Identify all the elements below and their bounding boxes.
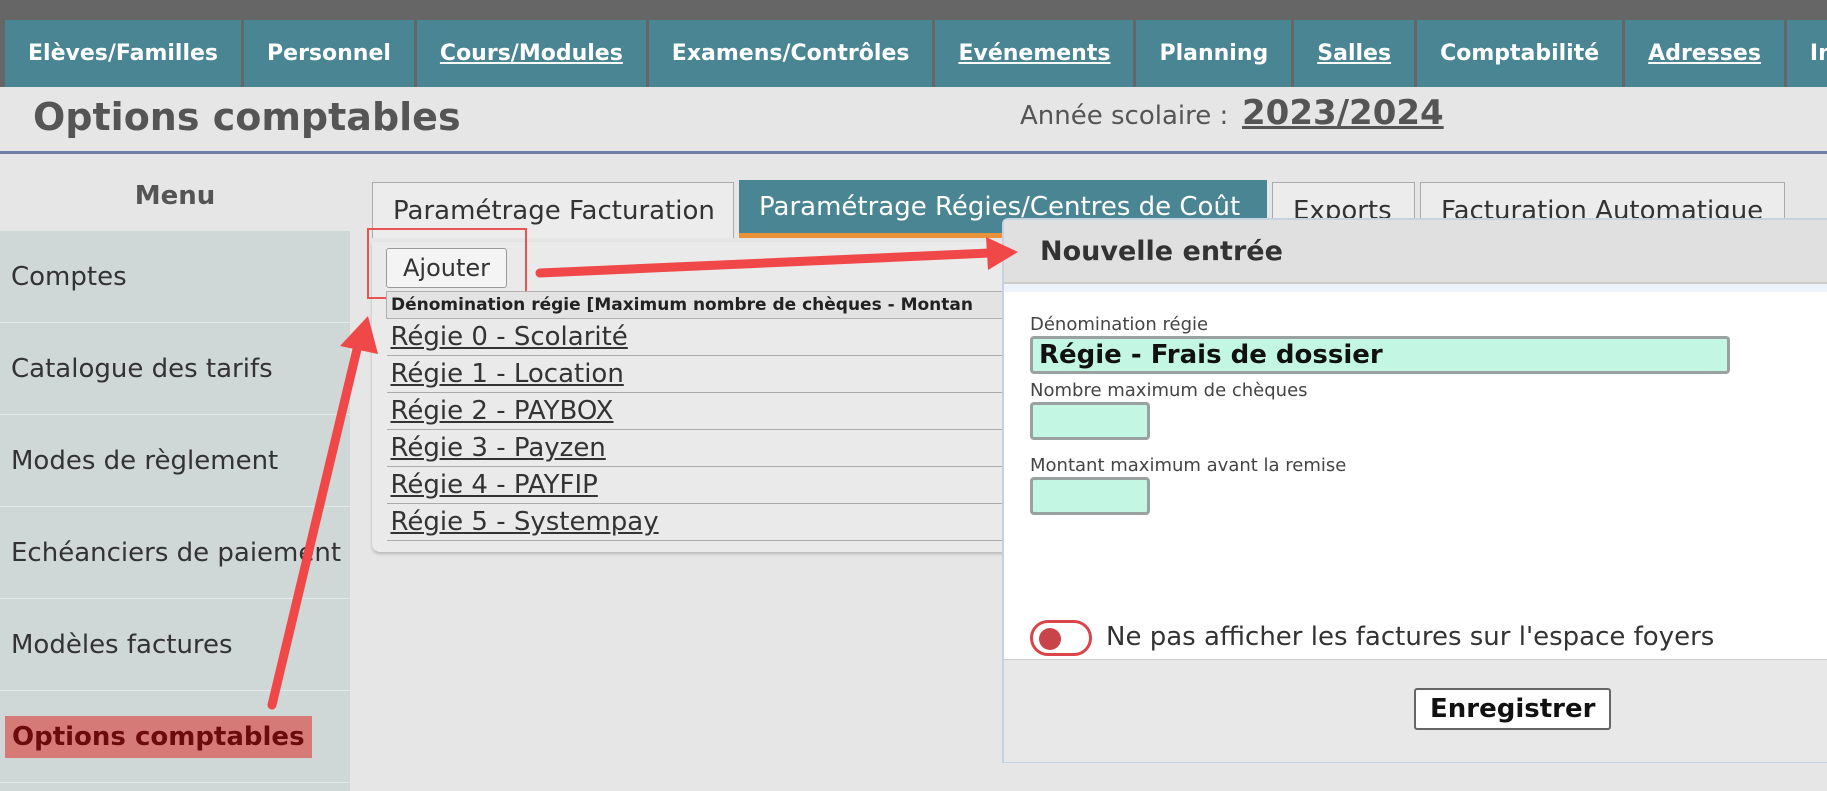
sidebar-item-catalogue-tarifs[interactable]: Catalogue des tarifs: [0, 323, 350, 415]
regie-link[interactable]: Régie 3 - Payzen: [391, 433, 606, 463]
nav-item-evenements[interactable]: Evénements: [935, 20, 1134, 87]
table-header-denomination: Dénomination régie [Maximum nombre de ch…: [386, 291, 1012, 319]
hide-invoices-toggle[interactable]: [1030, 620, 1092, 656]
table-cell: Régie 1 - Location: [386, 355, 1012, 393]
add-button[interactable]: Ajouter: [386, 248, 508, 288]
sidebar: Menu Comptes Catalogue des tarifs Modes …: [0, 160, 350, 791]
nav-item-personnel[interactable]: Personnel: [244, 20, 414, 87]
tab-parametrage-facturation[interactable]: Paramétrage Facturation: [372, 182, 734, 238]
window-top-strip: [0, 0, 1827, 20]
new-entry-dialog: Nouvelle entrée Dénomination régie Nombr…: [1002, 218, 1827, 763]
page-header: Options comptables Année scolaire : 2023…: [0, 87, 1827, 154]
nav-item-adresses[interactable]: Adresses: [1625, 20, 1784, 87]
sidebar-item-label: Comptes: [11, 261, 127, 292]
regies-table: Dénomination régie [Maximum nombre de ch…: [386, 291, 1012, 541]
table-row: Régie 5 - Systempay: [386, 503, 1012, 541]
main-nav: Elèves/Familles Personnel Cours/Modules …: [0, 20, 1827, 87]
table-cell: Régie 2 - PAYBOX: [386, 392, 1012, 430]
regie-link[interactable]: Régie 2 - PAYBOX: [391, 396, 614, 426]
sidebar-item-modeles-factures[interactable]: Modèles factures: [0, 599, 350, 691]
sidebar-item-label: Modèles factures: [11, 629, 233, 660]
dialog-title[interactable]: Nouvelle entrée: [1004, 220, 1827, 284]
sidebar-item-options-comptables[interactable]: Options comptables: [0, 691, 350, 783]
sidebar-item-comptes[interactable]: Comptes: [0, 231, 350, 323]
nav-item-comptabilite[interactable]: Comptabilité: [1417, 20, 1623, 87]
table-cell: Régie 4 - PAYFIP: [386, 466, 1012, 504]
dialog-footer: Enregistrer: [1004, 659, 1827, 762]
max-cheques-input[interactable]: [1030, 402, 1150, 440]
sidebar-item-modes-reglement[interactable]: Modes de règlement: [0, 415, 350, 507]
denomination-label: Dénomination régie: [1030, 314, 1209, 335]
table-row: Régie 1 - Location: [386, 355, 1012, 393]
nav-item-inventaire[interactable]: Invent: [1786, 20, 1827, 87]
sidebar-item-label: Echéanciers de paiement: [11, 537, 342, 568]
save-button[interactable]: Enregistrer: [1414, 688, 1612, 730]
regie-link[interactable]: Régie 4 - PAYFIP: [391, 470, 598, 500]
table-cell: Régie 5 - Systempay: [386, 503, 1012, 541]
denomination-input[interactable]: [1030, 336, 1730, 374]
sidebar-item-label: Modes de règlement: [11, 445, 279, 476]
toggle-knob: [1039, 628, 1061, 650]
nav-item-cours-modules[interactable]: Cours/Modules: [416, 20, 646, 87]
max-cheques-label: Nombre maximum de chèques: [1030, 380, 1308, 401]
max-amount-label: Montant maximum avant la remise: [1030, 455, 1347, 476]
dialog-body: Dénomination régie Nombre maximum de chè…: [1004, 284, 1827, 667]
regie-link[interactable]: Régie 5 - Systempay: [391, 507, 659, 537]
hide-invoices-label: Ne pas afficher les factures sur l'espac…: [1106, 622, 1715, 652]
sidebar-title: Menu: [0, 160, 350, 231]
sidebar-item-label: Options comptables: [5, 715, 312, 758]
school-year-link[interactable]: 2023/2024: [1242, 93, 1444, 133]
table-row: Régie 2 - PAYBOX: [386, 392, 1012, 430]
regie-link[interactable]: Régie 1 - Location: [391, 359, 624, 389]
table-row: Régie 4 - PAYFIP: [386, 466, 1012, 504]
table-row: Régie 3 - Payzen: [386, 429, 1012, 467]
page-title: Options comptables: [33, 95, 461, 139]
nav-item-examens-controles[interactable]: Examens/Contrôles: [648, 20, 933, 87]
nav-item-eleves-familles[interactable]: Elèves/Familles: [5, 20, 242, 87]
table-row: Régie 0 - Scolarité: [386, 318, 1012, 356]
table-cell: Régie 3 - Payzen: [386, 429, 1012, 467]
max-amount-input[interactable]: [1030, 477, 1150, 515]
table-cell: Régie 0 - Scolarité: [386, 318, 1012, 356]
sidebar-item-echeanciers[interactable]: Echéanciers de paiement: [0, 507, 350, 599]
table-header-row: Dénomination régie [Maximum nombre de ch…: [386, 291, 1012, 319]
regie-link[interactable]: Régie 0 - Scolarité: [391, 322, 628, 352]
nav-item-planning[interactable]: Planning: [1136, 20, 1292, 87]
nav-item-salles[interactable]: Salles: [1294, 20, 1415, 87]
school-year-label: Année scolaire :: [1020, 101, 1229, 131]
sidebar-item-label: Catalogue des tarifs: [11, 353, 273, 384]
